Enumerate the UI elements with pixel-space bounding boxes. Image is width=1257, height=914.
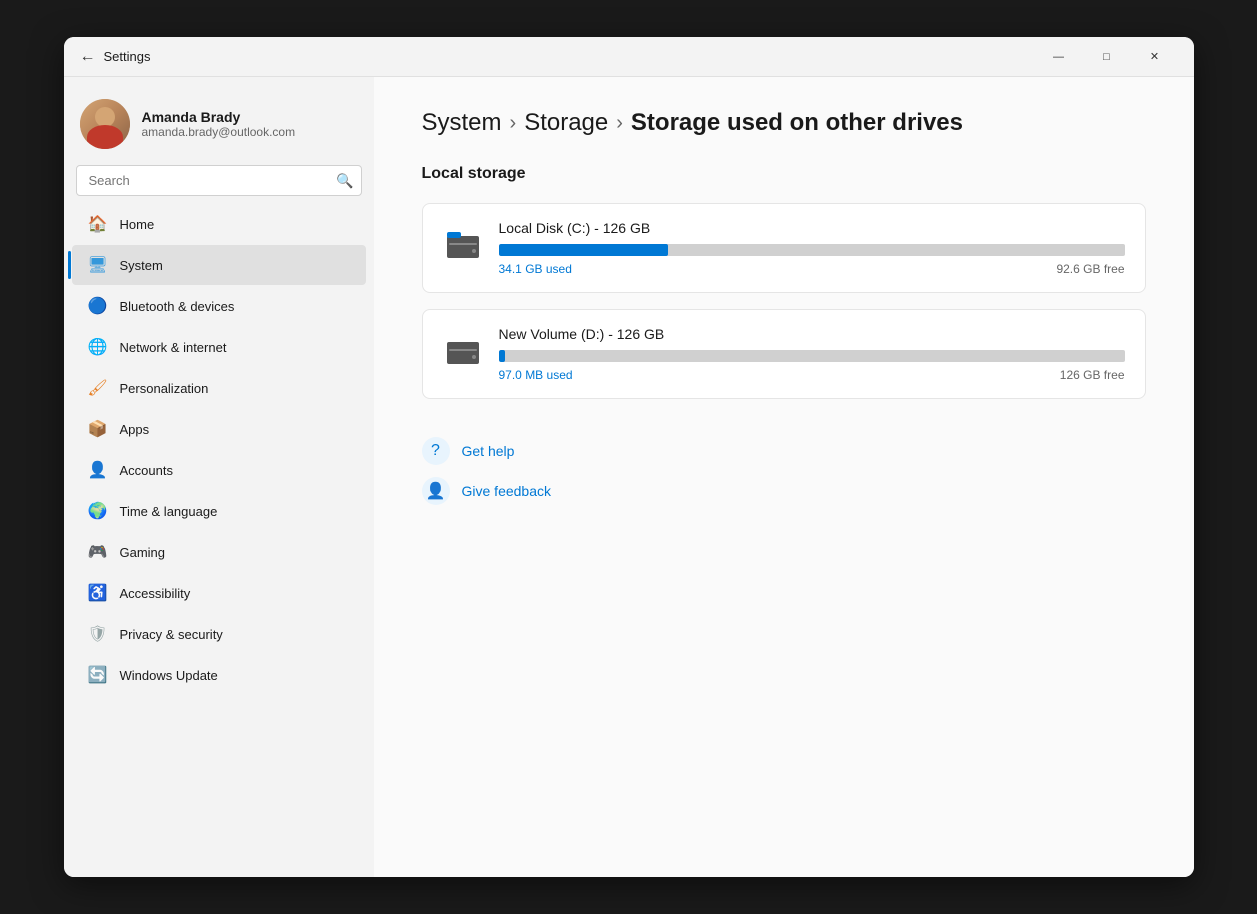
nav-label-network: Network & internet bbox=[120, 340, 227, 355]
nav-label-privacy: Privacy & security bbox=[120, 627, 223, 642]
drive-c-icon bbox=[443, 224, 483, 264]
accounts-icon: 👤 bbox=[88, 460, 108, 480]
close-button[interactable]: ✕ bbox=[1132, 41, 1178, 73]
sidebar-item-accounts[interactable]: 👤 Accounts bbox=[72, 450, 366, 490]
sidebar-item-gaming[interactable]: 🎮 Gaming bbox=[72, 532, 366, 572]
apps-icon: 📦 bbox=[88, 419, 108, 439]
gaming-icon: 🎮 bbox=[88, 542, 108, 562]
nav-menu: 🏠 Home 🖥 System 🔵 Bluetooth & devices 🌐 … bbox=[64, 204, 374, 695]
breadcrumb-sep-2: › bbox=[616, 112, 623, 135]
update-icon: 🔄 bbox=[88, 665, 108, 685]
breadcrumb-current: Storage used on other drives bbox=[631, 109, 963, 137]
drive-d-progress-fill bbox=[499, 350, 505, 362]
drive-c-used: 34.1 GB used bbox=[499, 262, 572, 276]
get-help-link[interactable]: ? Get help bbox=[422, 431, 1146, 471]
search-input[interactable] bbox=[76, 165, 362, 196]
sidebar-item-bluetooth[interactable]: 🔵 Bluetooth & devices bbox=[72, 286, 366, 326]
nav-label-update: Windows Update bbox=[120, 668, 218, 683]
drive-c-free: 92.6 GB free bbox=[1056, 262, 1124, 276]
give-feedback-icon: 👤 bbox=[422, 477, 450, 505]
breadcrumb-system[interactable]: System bbox=[422, 109, 502, 137]
drive-c-details: Local Disk (C:) - 126 GB 34.1 GB used 92… bbox=[499, 220, 1125, 276]
avatar-image bbox=[80, 99, 130, 149]
maximize-button[interactable]: □ bbox=[1084, 41, 1130, 73]
section-title: Local storage bbox=[422, 165, 1146, 183]
links-section: ? Get help 👤 Give feedback bbox=[422, 431, 1146, 511]
settings-window: ← Settings — □ ✕ Amanda Brady amanda.bra… bbox=[64, 37, 1194, 877]
main-content: System › Storage › Storage used on other… bbox=[374, 77, 1194, 877]
window-title: Settings bbox=[104, 49, 151, 64]
avatar bbox=[80, 99, 130, 149]
home-icon: 🏠 bbox=[88, 214, 108, 234]
sidebar-item-accessibility[interactable]: ♿ Accessibility bbox=[72, 573, 366, 613]
nav-label-gaming: Gaming bbox=[120, 545, 166, 560]
get-help-label: Get help bbox=[462, 443, 515, 459]
personalization-icon: 🖌 bbox=[88, 378, 108, 398]
accessibility-icon: ♿ bbox=[88, 583, 108, 603]
drive-d-stats: 97.0 MB used 126 GB free bbox=[499, 368, 1125, 382]
search-box: 🔍 bbox=[76, 165, 362, 196]
user-info: Amanda Brady amanda.brady@outlook.com bbox=[142, 109, 296, 139]
search-icon[interactable]: 🔍 bbox=[336, 172, 353, 189]
sidebar-item-home[interactable]: 🏠 Home bbox=[72, 204, 366, 244]
get-help-icon: ? bbox=[422, 437, 450, 465]
local-storage-section: Local storage Local Disk (C:) - 126 GB bbox=[422, 165, 1146, 399]
sidebar-item-privacy[interactable]: 🛡 Privacy & security bbox=[72, 614, 366, 654]
drive-c-progress-bar bbox=[499, 244, 1125, 256]
user-profile[interactable]: Amanda Brady amanda.brady@outlook.com bbox=[64, 89, 374, 165]
sidebar-item-system[interactable]: 🖥 System bbox=[72, 245, 366, 285]
breadcrumb: System › Storage › Storage used on other… bbox=[422, 109, 1146, 137]
titlebar: ← Settings — □ ✕ bbox=[64, 37, 1194, 77]
drive-d-details: New Volume (D:) - 126 GB 97.0 MB used 12… bbox=[499, 326, 1125, 382]
system-icon: 🖥 bbox=[88, 255, 108, 275]
drive-c-item[interactable]: Local Disk (C:) - 126 GB 34.1 GB used 92… bbox=[422, 203, 1146, 293]
nav-label-time: Time & language bbox=[120, 504, 218, 519]
nav-label-home: Home bbox=[120, 217, 155, 232]
drive-d-used: 97.0 MB used bbox=[499, 368, 573, 382]
breadcrumb-storage[interactable]: Storage bbox=[524, 109, 608, 137]
sidebar-item-network[interactable]: 🌐 Network & internet bbox=[72, 327, 366, 367]
drive-c-progress-fill bbox=[499, 244, 668, 256]
network-icon: 🌐 bbox=[88, 337, 108, 357]
content-area: Amanda Brady amanda.brady@outlook.com 🔍 … bbox=[64, 77, 1194, 877]
sidebar-item-update[interactable]: 🔄 Windows Update bbox=[72, 655, 366, 695]
sidebar-item-apps[interactable]: 📦 Apps bbox=[72, 409, 366, 449]
breadcrumb-sep-1: › bbox=[510, 112, 517, 135]
time-icon: 🌍 bbox=[88, 501, 108, 521]
user-email: amanda.brady@outlook.com bbox=[142, 125, 296, 139]
drive-c-svg bbox=[445, 226, 481, 262]
nav-label-system: System bbox=[120, 258, 163, 273]
drive-c-stats: 34.1 GB used 92.6 GB free bbox=[499, 262, 1125, 276]
bluetooth-icon: 🔵 bbox=[88, 296, 108, 316]
privacy-icon: 🛡 bbox=[88, 624, 108, 644]
give-feedback-link[interactable]: 👤 Give feedback bbox=[422, 471, 1146, 511]
nav-label-accounts: Accounts bbox=[120, 463, 173, 478]
drive-d-progress-bar bbox=[499, 350, 1125, 362]
drive-d-svg bbox=[445, 332, 481, 368]
drive-d-free: 126 GB free bbox=[1060, 368, 1125, 382]
nav-label-apps: Apps bbox=[120, 422, 150, 437]
give-feedback-label: Give feedback bbox=[462, 483, 552, 499]
sidebar: Amanda Brady amanda.brady@outlook.com 🔍 … bbox=[64, 77, 374, 877]
drive-d-title: New Volume (D:) - 126 GB bbox=[499, 326, 1125, 342]
window-controls: — □ ✕ bbox=[1036, 41, 1178, 73]
drive-d-icon bbox=[443, 330, 483, 370]
back-icon[interactable]: ← bbox=[80, 48, 96, 66]
minimize-button[interactable]: — bbox=[1036, 41, 1082, 73]
user-name: Amanda Brady bbox=[142, 109, 296, 125]
drive-c-title: Local Disk (C:) - 126 GB bbox=[499, 220, 1125, 236]
sidebar-item-time[interactable]: 🌍 Time & language bbox=[72, 491, 366, 531]
nav-label-accessibility: Accessibility bbox=[120, 586, 191, 601]
sidebar-item-personalization[interactable]: 🖌 Personalization bbox=[72, 368, 366, 408]
nav-label-personalization: Personalization bbox=[120, 381, 209, 396]
drive-d-item[interactable]: New Volume (D:) - 126 GB 97.0 MB used 12… bbox=[422, 309, 1146, 399]
nav-label-bluetooth: Bluetooth & devices bbox=[120, 299, 235, 314]
